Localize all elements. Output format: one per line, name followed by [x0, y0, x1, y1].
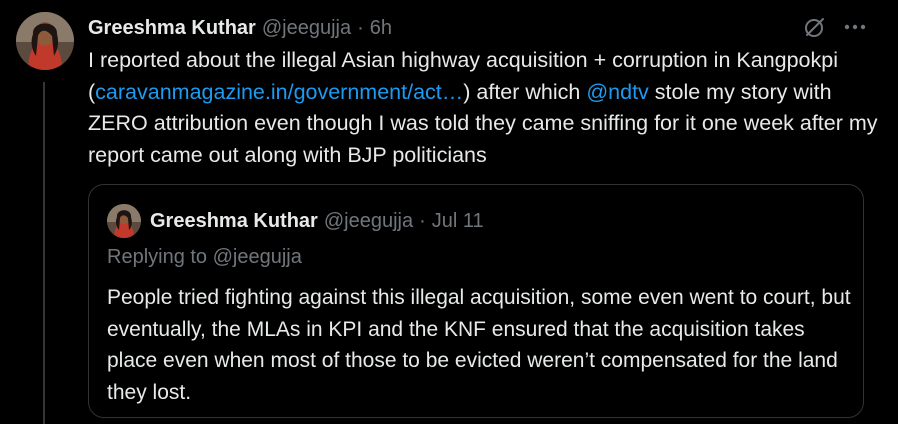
grok-icon[interactable]: [802, 14, 828, 40]
author-name[interactable]: Greeshma Kuthar: [88, 17, 256, 40]
tweet-actions: [802, 14, 868, 40]
quoted-tweet-header: Greeshma Kuthar @jeegujja · Jul 11: [107, 204, 484, 238]
quoted-tweet-text: People tried fighting against this illeg…: [107, 286, 851, 404]
thread-line: [43, 82, 45, 424]
article-link[interactable]: caravanmagazine.in/government/act…: [95, 80, 463, 104]
quoted-separator-dot: ·: [419, 209, 426, 232]
author-handle[interactable]: @jeegujja: [262, 17, 351, 40]
replying-handle: @jeegujja: [212, 246, 302, 268]
separator-dot: ·: [357, 16, 364, 39]
quoted-tweet-time: Jul 11: [431, 209, 484, 232]
tweet-header: Greeshma Kuthar @jeegujja · 6h: [88, 13, 392, 43]
mention-link[interactable]: @ndtv: [586, 80, 648, 104]
quoted-tweet[interactable]: Greeshma Kuthar @jeegujja · Jul 11 Reply…: [88, 184, 864, 418]
quoted-avatar: [107, 204, 141, 238]
tweet-text: I reported about the illegal Asian highw…: [88, 45, 878, 171]
more-icon[interactable]: [842, 14, 868, 40]
tweet-time[interactable]: 6h: [370, 17, 392, 40]
replying-prefix: Replying to: [107, 246, 213, 268]
tweet-text-part-2: ) after which: [463, 79, 587, 104]
avatar[interactable]: [16, 12, 74, 70]
quoted-author-handle: @jeegujja: [323, 209, 414, 232]
replying-to: Replying to @jeegujja: [107, 246, 302, 269]
quoted-author-name: Greeshma Kuthar: [150, 209, 318, 232]
